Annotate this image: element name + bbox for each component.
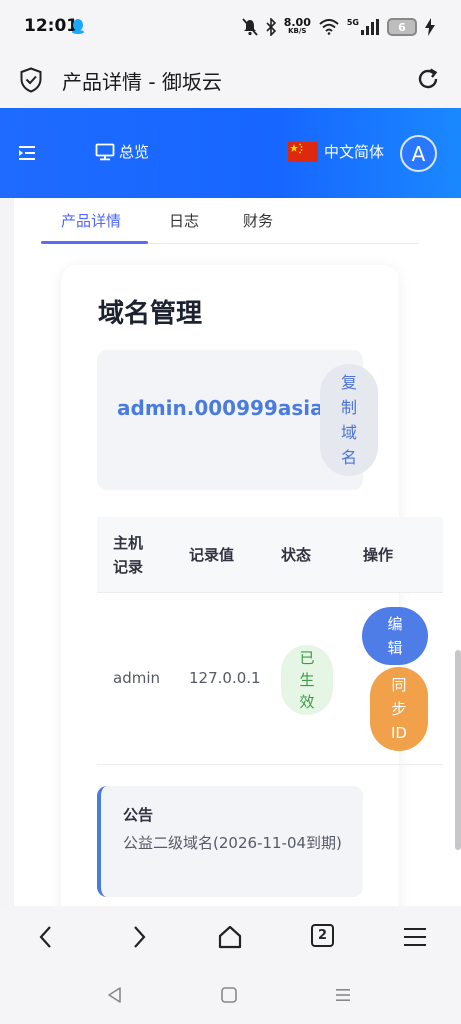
app-header: 总览 中文简体 A bbox=[0, 108, 461, 198]
monitor-icon bbox=[95, 143, 115, 160]
mute-bell-icon bbox=[242, 18, 258, 36]
header-record-value: 记录值 bbox=[189, 546, 235, 564]
page-scrollbar[interactable] bbox=[455, 650, 461, 850]
announcement-body: 公益二级域名(2026-11-04到期) bbox=[123, 834, 342, 852]
dns-records-table: 主机 记录 记录值 状态 操作 admin 127.0.0.1 已 生 效 编 … bbox=[97, 517, 443, 765]
system-back-icon[interactable] bbox=[106, 986, 124, 1004]
charging-icon bbox=[425, 18, 435, 36]
tab-finance[interactable]: 财务 bbox=[243, 210, 273, 231]
status-icons: 8.00 KB/S 5G 6 bbox=[242, 14, 435, 40]
status-bar: 12:01 8.00 KB/S 5G 6 bbox=[0, 0, 461, 54]
copy-domain-button[interactable]: 复 制 域 名 bbox=[320, 364, 378, 476]
row-value: 127.0.0.1 bbox=[189, 669, 261, 687]
domain-management-card: 域名管理 admin.000999asia 复 制 域 名 主机 记录 记录值 … bbox=[61, 265, 443, 906]
network-type: 5G bbox=[346, 17, 359, 27]
bluetooth-icon bbox=[266, 18, 276, 36]
page-title[interactable]: 产品详情 - 御坂云 bbox=[62, 66, 222, 95]
row-host: admin bbox=[113, 669, 160, 687]
browser-address-bar: 产品详情 - 御坂云 bbox=[0, 54, 461, 108]
announcement-title: 公告 bbox=[123, 806, 154, 824]
domain-box: admin.000999asia 复 制 域 名 bbox=[97, 350, 378, 490]
system-home-icon[interactable] bbox=[220, 986, 238, 1004]
nav-overview[interactable]: 总览 bbox=[95, 141, 149, 162]
header-status: 状态 bbox=[281, 546, 312, 564]
tabs-count-button[interactable]: 2 bbox=[311, 924, 334, 947]
table-header: 主机 记录 记录值 状态 操作 bbox=[97, 517, 443, 593]
browser-toolbar: 2 bbox=[0, 906, 461, 968]
network-speed: 8.00 KB/S bbox=[283, 16, 311, 35]
overview-label: 总览 bbox=[119, 143, 150, 161]
signal-icon bbox=[361, 19, 379, 35]
tab-product-details[interactable]: 产品详情 bbox=[61, 210, 121, 231]
tab-logs[interactable]: 日志 bbox=[169, 210, 199, 231]
battery-icon: 6 bbox=[387, 18, 417, 36]
china-flag-icon bbox=[288, 141, 318, 162]
sync-id-button[interactable]: 同 步 ID bbox=[370, 667, 428, 751]
header-action: 操作 bbox=[363, 546, 394, 564]
detail-tabs: 产品详情 日志 财务 bbox=[41, 198, 419, 244]
forward-icon[interactable] bbox=[126, 924, 152, 950]
refresh-icon[interactable] bbox=[415, 66, 441, 92]
table-row: admin 127.0.0.1 已 生 效 编 辑 同 步 ID bbox=[97, 593, 443, 765]
edit-button[interactable]: 编 辑 bbox=[362, 607, 428, 665]
announcement-box: 公告 公益二级域名(2026-11-04到期) bbox=[97, 786, 363, 897]
user-avatar[interactable]: A bbox=[400, 135, 437, 172]
language-label: 中文简体 bbox=[324, 143, 385, 161]
menu-collapse-icon[interactable] bbox=[18, 144, 36, 162]
card-title: 域名管理 bbox=[98, 299, 203, 329]
menu-icon[interactable] bbox=[402, 924, 428, 950]
system-nav-bar bbox=[0, 968, 461, 1024]
home-icon[interactable] bbox=[217, 924, 243, 950]
page-content: 产品详情 日志 财务 域名管理 admin.000999asia 复 制 域 名… bbox=[14, 198, 461, 906]
header-host-record: 主机 记录 bbox=[113, 534, 144, 576]
language-switcher[interactable]: 中文简体 bbox=[288, 141, 384, 162]
qq-app-icon bbox=[72, 19, 84, 34]
active-tab-indicator bbox=[41, 241, 148, 244]
back-icon[interactable] bbox=[33, 924, 59, 950]
system-recents-icon[interactable] bbox=[334, 986, 352, 1004]
wifi-icon bbox=[319, 19, 339, 35]
domain-name: admin.000999asia bbox=[117, 396, 324, 420]
status-badge: 已 生 效 bbox=[281, 645, 333, 715]
shield-check-icon[interactable] bbox=[19, 67, 43, 93]
